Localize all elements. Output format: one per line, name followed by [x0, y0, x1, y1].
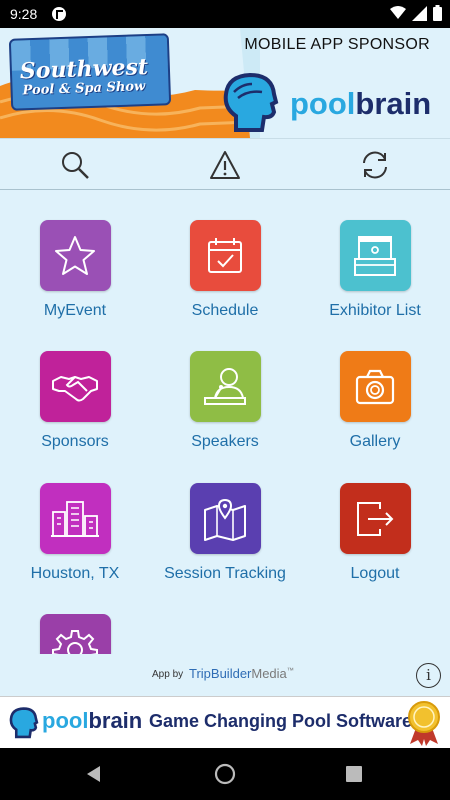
recents-icon[interactable] — [345, 765, 363, 783]
poolbrain-head-logo-icon — [223, 72, 279, 132]
menu-label: MyEvent — [43, 302, 107, 319]
sponsors-tile[interactable] — [39, 351, 111, 422]
camera-icon — [355, 369, 395, 404]
menu-label: Houston, TX — [30, 565, 120, 582]
menu-label: Session Tracking — [164, 565, 286, 582]
menu-item-houston-tx[interactable]: Houston, TX — [0, 483, 150, 583]
ad-tagline: Game Changing Pool Software — [149, 711, 413, 731]
toolbar — [0, 138, 450, 190]
menu-label: Logout — [350, 565, 400, 582]
ad-poolbrain-wordmark: poolbrain — [42, 708, 143, 733]
handshake-icon — [52, 375, 98, 401]
notification-app-icon — [52, 7, 66, 21]
search-icon[interactable] — [58, 148, 92, 182]
menu-label: Schedule — [191, 302, 259, 319]
booth-icon — [354, 235, 396, 276]
status-time: 9:28 — [10, 6, 38, 22]
menu-item-speakers[interactable]: Speakers — [150, 351, 300, 451]
logout-tile[interactable] — [339, 483, 411, 554]
menu-item-myevent[interactable]: MyEvent — [0, 220, 150, 320]
exhibitor-list-tile[interactable] — [339, 220, 411, 291]
battery-icon — [433, 5, 442, 21]
show-title-line2: Pool & Spa Show — [22, 79, 146, 99]
show-logo: Southwest Pool & Spa Show — [8, 33, 172, 111]
menu-label: Gallery — [349, 433, 401, 450]
signal-icon — [412, 5, 427, 21]
star-icon — [55, 235, 95, 275]
tripbuilder-logo: TripBuilderMedia™ — [189, 666, 294, 681]
menu-item-gallery[interactable]: Gallery — [300, 351, 450, 451]
settings-tile[interactable] — [39, 614, 111, 654]
menu-item-schedule[interactable]: Schedule — [150, 220, 300, 320]
session-tracking-tile[interactable] — [189, 483, 261, 554]
sponsor-label: MOBILE APP SPONSOR — [244, 36, 430, 53]
system-nav-bar — [0, 748, 450, 800]
menu-item-session-tracking[interactable]: Session Tracking — [150, 483, 300, 583]
speaker-icon — [204, 367, 246, 405]
gear-icon — [52, 629, 98, 654]
menu-item-settings[interactable] — [0, 614, 150, 654]
sync-icon[interactable] — [358, 148, 392, 182]
logout-icon — [357, 501, 394, 536]
speakers-tile[interactable] — [189, 351, 261, 422]
menu-item-logout[interactable]: Logout — [300, 483, 450, 583]
gallery-tile[interactable] — [339, 351, 411, 422]
city-icon — [51, 500, 99, 537]
calendar-icon — [208, 237, 242, 273]
poolbrain-wordmark: poolbrain — [290, 86, 432, 121]
schedule-tile[interactable] — [189, 220, 261, 291]
alert-icon[interactable] — [208, 148, 242, 182]
map-icon — [204, 498, 246, 541]
advertisement-banner[interactable]: poolbrain Game Changing Pool Software — [0, 696, 450, 748]
wifi-icon — [390, 6, 406, 19]
status-bar: 9:28 — [0, 0, 450, 28]
footer: App by TripBuilderMedia™ i — [0, 654, 450, 696]
back-icon[interactable] — [84, 764, 104, 784]
info-button[interactable]: i — [416, 663, 441, 688]
sponsor-banner[interactable]: Southwest Pool & Spa Show MOBILE APP SPO… — [0, 28, 450, 138]
award-badge-icon — [408, 701, 440, 746]
menu-label: Sponsors — [41, 433, 109, 450]
menu-label: Speakers — [191, 433, 259, 450]
menu-item-sponsors[interactable]: Sponsors — [0, 351, 150, 451]
myevent-tile[interactable] — [39, 220, 111, 291]
home-icon[interactable] — [214, 763, 236, 785]
menu-label: Exhibitor List — [329, 302, 421, 319]
poolbrain-head-icon — [9, 707, 39, 739]
app-by-label: App by — [152, 669, 184, 680]
houston-tile[interactable] — [39, 483, 111, 554]
menu-item-exhibitor-list[interactable]: Exhibitor List — [300, 220, 450, 320]
